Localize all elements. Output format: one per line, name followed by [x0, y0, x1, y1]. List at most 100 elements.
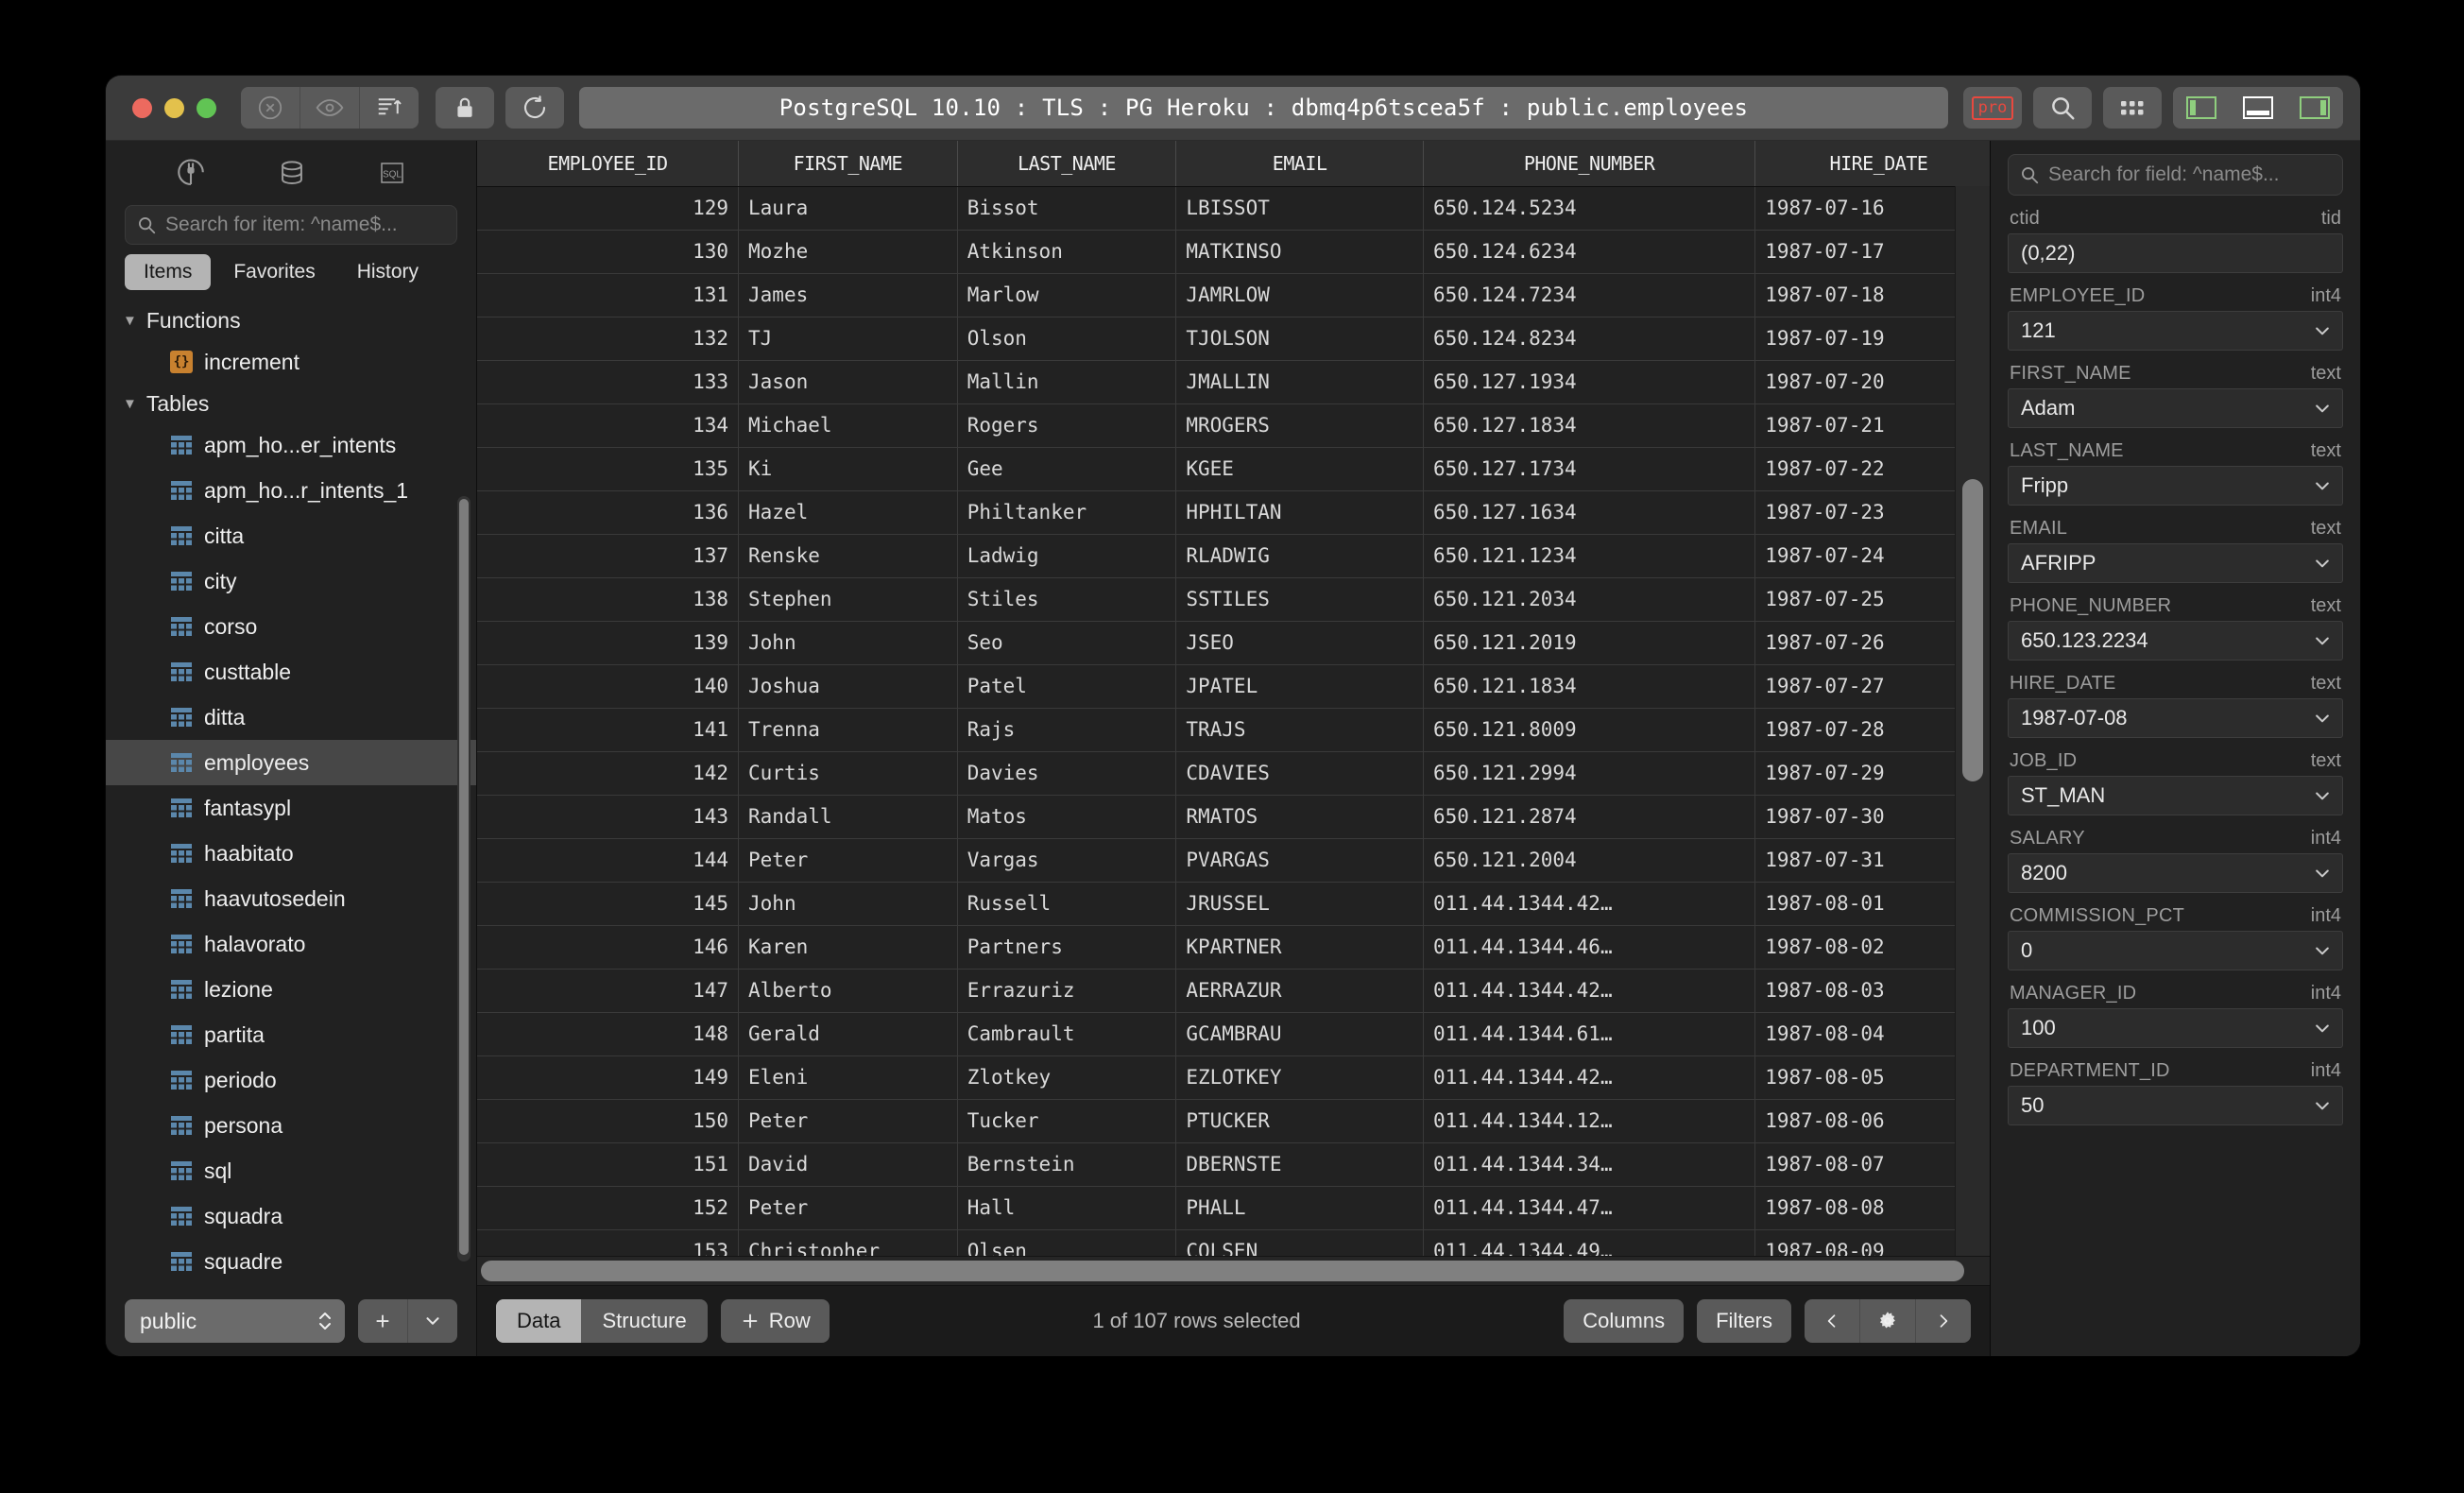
table-row[interactable]: 150 Peter Tucker PTUCKER 011.44.1344.12… 1987… — [477, 1099, 1990, 1143]
inspector-field-value-phone_number[interactable]: 650.123.2234 — [2008, 621, 2343, 661]
table-cell-email[interactable]: JPATEL — [1175, 664, 1424, 709]
table-cell-phone_number[interactable]: 011.44.1344.61… — [1423, 1012, 1756, 1056]
add-item-button[interactable]: + — [358, 1299, 408, 1343]
chevron-down-icon[interactable] — [2313, 867, 2332, 880]
column-header-employee_id[interactable]: EMPLOYEE_ID — [477, 141, 740, 187]
table-cell-email[interactable]: DBERNSTE — [1175, 1142, 1424, 1187]
gear-icon[interactable] — [1860, 1299, 1916, 1343]
table-row[interactable]: 147 Alberto Errazuriz AERRAZUR 011.44.1344.4… — [477, 969, 1990, 1013]
data-grid[interactable]: EMPLOYEE_ID FIRST_NAME LAST_NAME EMAIL PHONE… — [477, 141, 1990, 1256]
table-cell-email[interactable]: PVARGAS — [1175, 838, 1424, 883]
grid-vertical-scrollbar[interactable] — [1955, 186, 1990, 1256]
table-cell-employee_id[interactable]: 138 — [477, 577, 740, 622]
tab-data[interactable]: Data — [496, 1299, 582, 1343]
table-cell-email[interactable]: MROGERS — [1175, 403, 1424, 448]
chevron-down-icon[interactable] — [2313, 944, 2332, 957]
table-cell-employee_id[interactable]: 143 — [477, 795, 740, 839]
inspector-field-value-email[interactable]: AFRIPP — [2008, 543, 2343, 583]
table-cell-email[interactable]: PHALL — [1175, 1186, 1424, 1230]
table-row[interactable]: 129 Laura Bissot LBISSOT 650.124.5234 1987-07… — [477, 186, 1990, 231]
table-row[interactable]: 151 David Bernstein DBERNSTE 011.44.1344.34…… — [477, 1142, 1990, 1187]
table-cell-email[interactable]: RLADWIG — [1175, 534, 1424, 578]
table-cell-first_name[interactable]: Randall — [738, 795, 958, 839]
table-cell-employee_id[interactable]: 129 — [477, 186, 740, 231]
table-cell-first_name[interactable]: James — [738, 273, 958, 317]
table-cell-phone_number[interactable]: 650.124.6234 — [1423, 230, 1756, 274]
table-row[interactable]: 133 Jason Mallin JMALLIN 650.127.1934 1987-07… — [477, 360, 1990, 404]
tab-structure[interactable]: Structure — [581, 1299, 707, 1343]
table-cell-first_name[interactable]: Renske — [738, 534, 958, 578]
table-cell-last_name[interactable]: Rajs — [957, 708, 1177, 752]
table-cell-phone_number[interactable]: 650.127.1634 — [1423, 490, 1756, 535]
table-cell-email[interactable]: EZLOTKEY — [1175, 1055, 1424, 1100]
table-cell-last_name[interactable]: Stiles — [957, 577, 1177, 622]
sql-icon[interactable]: SQL — [376, 157, 408, 189]
eye-icon[interactable] — [300, 87, 360, 129]
refresh-icon[interactable] — [505, 87, 564, 129]
table-cell-first_name[interactable]: Joshua — [738, 664, 958, 709]
table-cell-phone_number[interactable]: 011.44.1344.46… — [1423, 925, 1756, 970]
sidebar-item-increment[interactable]: {} increment — [106, 339, 476, 385]
table-cell-employee_id[interactable]: 136 — [477, 490, 740, 535]
sidebar-item-squadre[interactable]: squadre — [106, 1239, 476, 1284]
table-cell-first_name[interactable]: Trenna — [738, 708, 958, 752]
column-header-phone_number[interactable]: PHONE_NUMBER — [1423, 141, 1756, 187]
table-row[interactable]: 132TJOlsonTJOLSON650.124.82341987-07-19S… — [477, 317, 1990, 361]
field-search-input[interactable]: Search for field: ^name$... — [2008, 154, 2343, 196]
column-header-last_name[interactable]: LAST_NAME — [957, 141, 1177, 187]
table-cell-employee_id[interactable]: 142 — [477, 751, 740, 796]
table-cell-last_name[interactable]: Hall — [957, 1186, 1177, 1230]
sidebar-item-citta[interactable]: citta — [106, 513, 476, 558]
sidebar-item-apm_ho---er_intents[interactable]: apm_ho...er_intents — [106, 422, 476, 468]
table-cell-phone_number[interactable]: 650.121.8009 — [1423, 708, 1756, 752]
table-cell-last_name[interactable]: Bissot — [957, 186, 1177, 231]
table-cell-email[interactable]: JMALLIN — [1175, 360, 1424, 404]
table-cell-employee_id[interactable]: 135 — [477, 447, 740, 491]
table-row[interactable]: 146 Karen Partners KPARTNER 011.44.1344.46… 1… — [477, 925, 1990, 970]
table-cell-email[interactable]: LBISSOT — [1175, 186, 1424, 231]
table-cell-first_name[interactable]: John — [738, 882, 958, 926]
close-window-button[interactable] — [132, 97, 152, 118]
sidebar-search-input[interactable]: Search for item: ^name$... — [125, 205, 457, 245]
table-cell-first_name[interactable]: Jason — [738, 360, 958, 404]
table-cell-email[interactable]: KPARTNER — [1175, 925, 1424, 970]
inspector-field-value-ctid[interactable]: (0,22) — [2008, 233, 2343, 273]
table-cell-employee_id[interactable]: 133 — [477, 360, 740, 404]
chevron-down-icon[interactable] — [2313, 402, 2332, 415]
table-cell-employee_id[interactable]: 134 — [477, 403, 740, 448]
table-cell-phone_number[interactable]: 011.44.1344.42… — [1423, 969, 1756, 1013]
table-cell-first_name[interactable]: Gerald — [738, 1012, 958, 1056]
table-cell-phone_number[interactable]: 650.121.2019 — [1423, 621, 1756, 665]
table-cell-employee_id[interactable]: 140 — [477, 664, 740, 709]
sidebar-group-functions[interactable]: ▼ Functions — [106, 301, 476, 339]
table-row[interactable]: 144 Peter Vargas PVARGAS 650.121.2004 1987-07… — [477, 838, 1990, 883]
table-cell-last_name[interactable]: Davies — [957, 751, 1177, 796]
inspector-field-value-department_id[interactable]: 50 — [2008, 1086, 2343, 1125]
table-cell-email[interactable]: CDAVIES — [1175, 751, 1424, 796]
table-row[interactable]: 140 Joshua Patel JPATEL 650.121.1834 1987-07-… — [477, 664, 1990, 709]
table-cell-employee_id[interactable]: 147 — [477, 969, 740, 1013]
disclosure-triangle-icon[interactable]: ▼ — [123, 314, 137, 328]
sidebar-tab-favorites[interactable]: Favorites — [214, 254, 334, 290]
table-row[interactable]: 152 Peter Hall PHALL 011.44.1344.47… 1987-08-… — [477, 1186, 1990, 1230]
sidebar-item-periodo[interactable]: periodo — [106, 1057, 476, 1103]
table-cell-employee_id[interactable]: 130 — [477, 230, 740, 274]
table-cell-first_name[interactable]: Ki — [738, 447, 958, 491]
chevron-right-icon[interactable] — [1916, 1299, 1971, 1343]
sidebar-item-fantasypl[interactable]: fantasypl — [106, 785, 476, 831]
table-cell-email[interactable]: TJOLSON — [1175, 317, 1424, 361]
table-cell-last_name[interactable]: Marlow — [957, 273, 1177, 317]
sidebar-tree[interactable]: ▼ Functions {} increment ▼ Tables apm_ho...er_… — [106, 298, 476, 1286]
sidebar-tab-history[interactable]: History — [338, 254, 437, 290]
table-cell-employee_id[interactable]: 132 — [477, 317, 740, 361]
chevron-down-icon[interactable] — [2313, 712, 2332, 725]
sidebar-item-city[interactable]: city — [106, 558, 476, 604]
sidebar-item-sql[interactable]: sql — [106, 1148, 476, 1193]
inspector-field-value-last_name[interactable]: Fripp — [2008, 466, 2343, 506]
table-cell-last_name[interactable]: Ladwig — [957, 534, 1177, 578]
table-cell-last_name[interactable]: Cambrault — [957, 1012, 1177, 1056]
table-cell-last_name[interactable]: Philtanker — [957, 490, 1177, 535]
table-row[interactable]: 135KiGeeKGEE650.127.17341987-07-22ST_CLE… — [477, 447, 1990, 491]
column-header-first_name[interactable]: FIRST_NAME — [738, 141, 958, 187]
table-cell-last_name[interactable]: Olson — [957, 317, 1177, 361]
